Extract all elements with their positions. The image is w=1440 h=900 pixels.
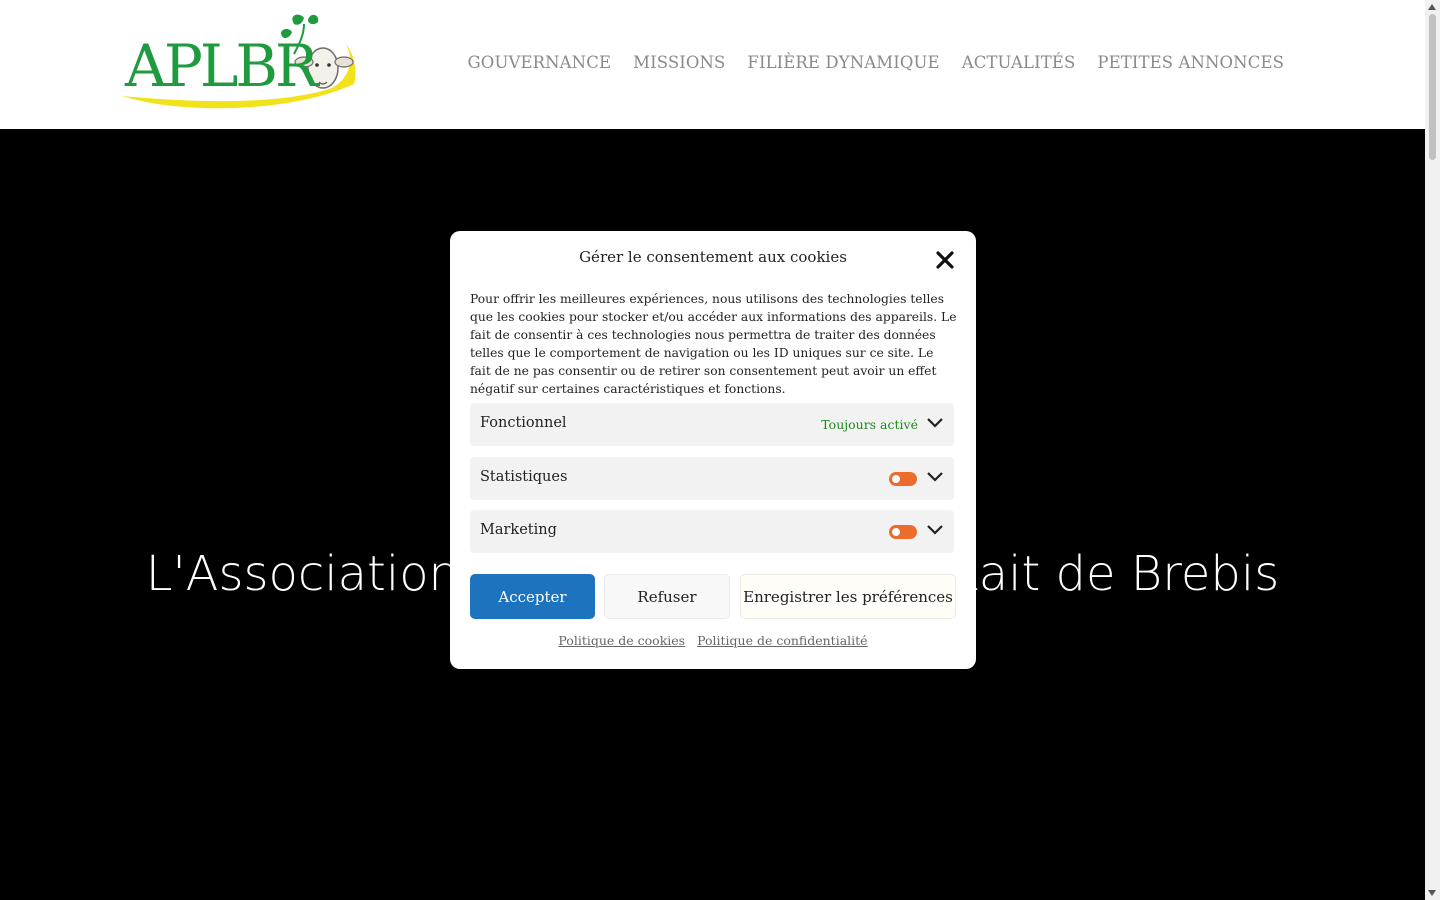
- nav-filiere-dynamique[interactable]: FILIÈRE DYNAMIQUE: [747, 53, 939, 72]
- policy-links: Politique de cookies Politique de confid…: [450, 633, 976, 648]
- consent-message: Pour offrir les meilleures expériences, …: [470, 292, 957, 396]
- category-functional[interactable]: Fonctionnel Toujours activé: [470, 403, 954, 446]
- scroll-up-arrow-icon[interactable]: [1428, 4, 1436, 10]
- statistics-toggle[interactable]: [889, 472, 917, 486]
- site-header: APLBR GOUVERNANCE MISSIONS FILIÈRE DYNAM…: [0, 0, 1425, 129]
- category-statistics[interactable]: Statistiques: [470, 457, 954, 500]
- logo-text: APLBR: [125, 32, 319, 100]
- cookie-consent-dialog: Gérer le consentement aux cookies Pour o…: [450, 231, 976, 669]
- marketing-toggle[interactable]: [889, 525, 917, 539]
- category-label: Marketing: [480, 522, 557, 538]
- page-scrollbar[interactable]: [1425, 0, 1440, 900]
- always-active-status: Toujours activé: [821, 417, 918, 432]
- scrollbar-thumb[interactable]: [1429, 14, 1436, 160]
- save-preferences-button[interactable]: Enregistrer les préférences: [740, 574, 956, 619]
- privacy-policy-link[interactable]: Politique de confidentialité: [697, 633, 868, 648]
- dialog-title: Gérer le consentement aux cookies: [579, 248, 847, 266]
- site-logo[interactable]: APLBR: [118, 10, 363, 115]
- scroll-down-arrow-icon[interactable]: [1428, 890, 1436, 896]
- chevron-down-icon[interactable]: [927, 524, 943, 536]
- main-nav: GOUVERNANCE MISSIONS FILIÈRE DYNAMIQUE A…: [468, 53, 1284, 72]
- chevron-down-icon[interactable]: [927, 471, 943, 483]
- nav-petites-annonces[interactable]: PETITES ANNONCES: [1097, 53, 1284, 72]
- nav-missions[interactable]: MISSIONS: [633, 53, 725, 72]
- close-icon[interactable]: [934, 249, 956, 271]
- deny-button[interactable]: Refuser: [604, 574, 730, 619]
- category-label: Fonctionnel: [480, 415, 567, 431]
- accept-button[interactable]: Accepter: [470, 574, 595, 619]
- category-label: Statistiques: [480, 469, 568, 485]
- nav-gouvernance[interactable]: GOUVERNANCE: [468, 53, 612, 72]
- cookie-policy-link[interactable]: Politique de cookies: [558, 633, 685, 648]
- nav-actualites[interactable]: ACTUALITÉS: [962, 53, 1076, 72]
- category-marketing[interactable]: Marketing: [470, 510, 954, 553]
- chevron-down-icon[interactable]: [927, 417, 943, 429]
